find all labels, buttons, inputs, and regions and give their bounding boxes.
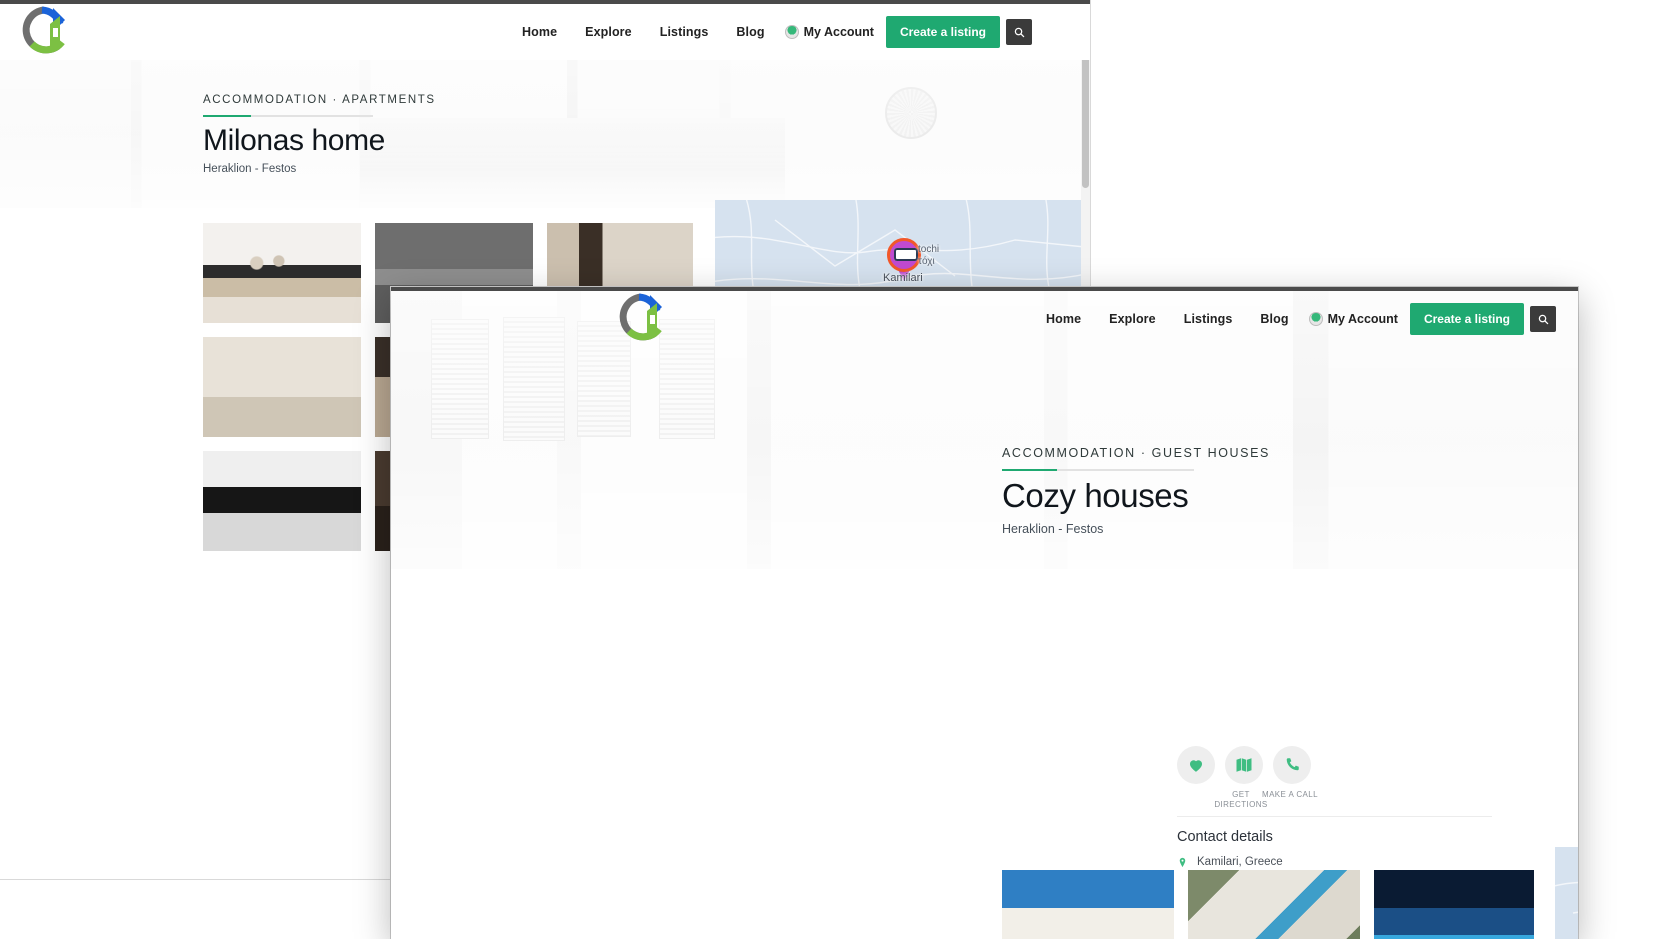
contact-divider: [1177, 816, 1492, 817]
create-listing-button[interactable]: Create a listing: [1409, 303, 1524, 335]
hero-subtitle: Heraklion - Festos: [203, 162, 297, 175]
hero-eyebrow: ACCOMMODATION · GUEST HOUSES: [1002, 446, 1270, 460]
hero-overlay: [0, 44, 1090, 208]
map-label: Kamilari: [883, 272, 923, 284]
nav-item-explore[interactable]: Explore: [1095, 312, 1170, 326]
map-label: tochi: [918, 244, 940, 255]
site-header-back: Home Explore Listings Blog My Account Cr…: [0, 4, 1090, 60]
create-listing-button[interactable]: Create a listing: [885, 16, 1000, 48]
hero-subtitle: Heraklion - Festos: [1002, 521, 1104, 536]
hero-text-front: ACCOMMODATION · GUEST HOUSES Cozy houses…: [1002, 446, 1270, 536]
my-account-menu[interactable]: My Account: [779, 25, 886, 39]
search-button[interactable]: [1530, 306, 1556, 332]
site-logo-icon[interactable]: [617, 293, 665, 343]
gallery-photo[interactable]: [1188, 870, 1360, 939]
map-front[interactable]: tochi ετόχι Kamilari Καμηλάρι Villa EvAn…: [1555, 847, 1578, 939]
nav-item-explore[interactable]: Explore: [571, 25, 646, 39]
hero-rule: [1002, 469, 1194, 471]
nav-item-home[interactable]: Home: [508, 25, 571, 39]
hero-rule: [203, 115, 373, 117]
directions-map-icon: [1236, 758, 1252, 772]
search-icon: [1014, 27, 1024, 37]
main-nav-front[interactable]: Home Explore Listings Blog My Account Cr…: [1032, 291, 1556, 347]
screen: Home Explore Listings Blog My Account Cr…: [0, 0, 1678, 939]
contact-address: Kamilari, Greece: [1197, 856, 1283, 868]
contact-details-title: Contact details: [1177, 829, 1273, 845]
gallery-photo[interactable]: [203, 337, 361, 437]
main-nav-back[interactable]: Home Explore Listings Blog My Account Cr…: [508, 4, 1032, 60]
location-pin-icon: [1177, 857, 1188, 868]
heart-icon: [1189, 760, 1203, 772]
gallery-photo[interactable]: [203, 223, 361, 323]
gallery-photo[interactable]: [203, 451, 361, 551]
phone-icon: [1286, 758, 1299, 771]
page-title: Cozy houses: [1002, 477, 1189, 514]
photo-gallery-front[interactable]: [1002, 870, 1534, 939]
hero-section-back: ACCOMMODATION · APARTMENTS Milonas home …: [0, 44, 1090, 208]
make-a-call-button[interactable]: [1273, 746, 1311, 784]
hero-text-back: ACCOMMODATION · APARTMENTS Milonas home …: [203, 94, 436, 175]
site-header-front: Home Explore Listings Blog My Account Cr…: [391, 291, 1578, 347]
nav-item-blog[interactable]: Blog: [722, 25, 778, 39]
nav-item-home[interactable]: Home: [1032, 312, 1095, 326]
browser-window-cozy-houses[interactable]: ACCOMMODATION · GUEST HOUSES Cozy houses…: [391, 287, 1578, 939]
avatar-icon: [784, 25, 799, 39]
nav-item-listings[interactable]: Listings: [1170, 312, 1247, 326]
map-roads: [1555, 847, 1578, 939]
my-account-label: My Account: [1327, 312, 1398, 326]
nav-item-listings[interactable]: Listings: [646, 25, 723, 39]
listing-actions[interactable]: [1177, 746, 1311, 784]
map-label: τόχι: [918, 256, 935, 267]
my-account-label: My Account: [803, 25, 874, 39]
gallery-photo[interactable]: [1374, 870, 1534, 939]
gallery-photo[interactable]: [1002, 870, 1174, 939]
my-account-menu[interactable]: My Account: [1303, 312, 1410, 326]
contact-address-row: Kamilari, Greece: [1177, 856, 1283, 868]
avatar-icon: [1308, 312, 1323, 326]
search-icon: [1538, 314, 1548, 324]
page-title: Milonas home: [203, 124, 385, 157]
site-logo-icon[interactable]: [20, 6, 68, 56]
search-button[interactable]: [1006, 19, 1032, 45]
get-directions-button[interactable]: [1225, 746, 1263, 784]
nav-item-blog[interactable]: Blog: [1246, 312, 1302, 326]
favorite-button[interactable]: [1177, 746, 1215, 784]
hero-eyebrow: ACCOMMODATION · APARTMENTS: [203, 94, 436, 106]
make-a-call-label: MAKE A CALL: [1262, 790, 1318, 799]
